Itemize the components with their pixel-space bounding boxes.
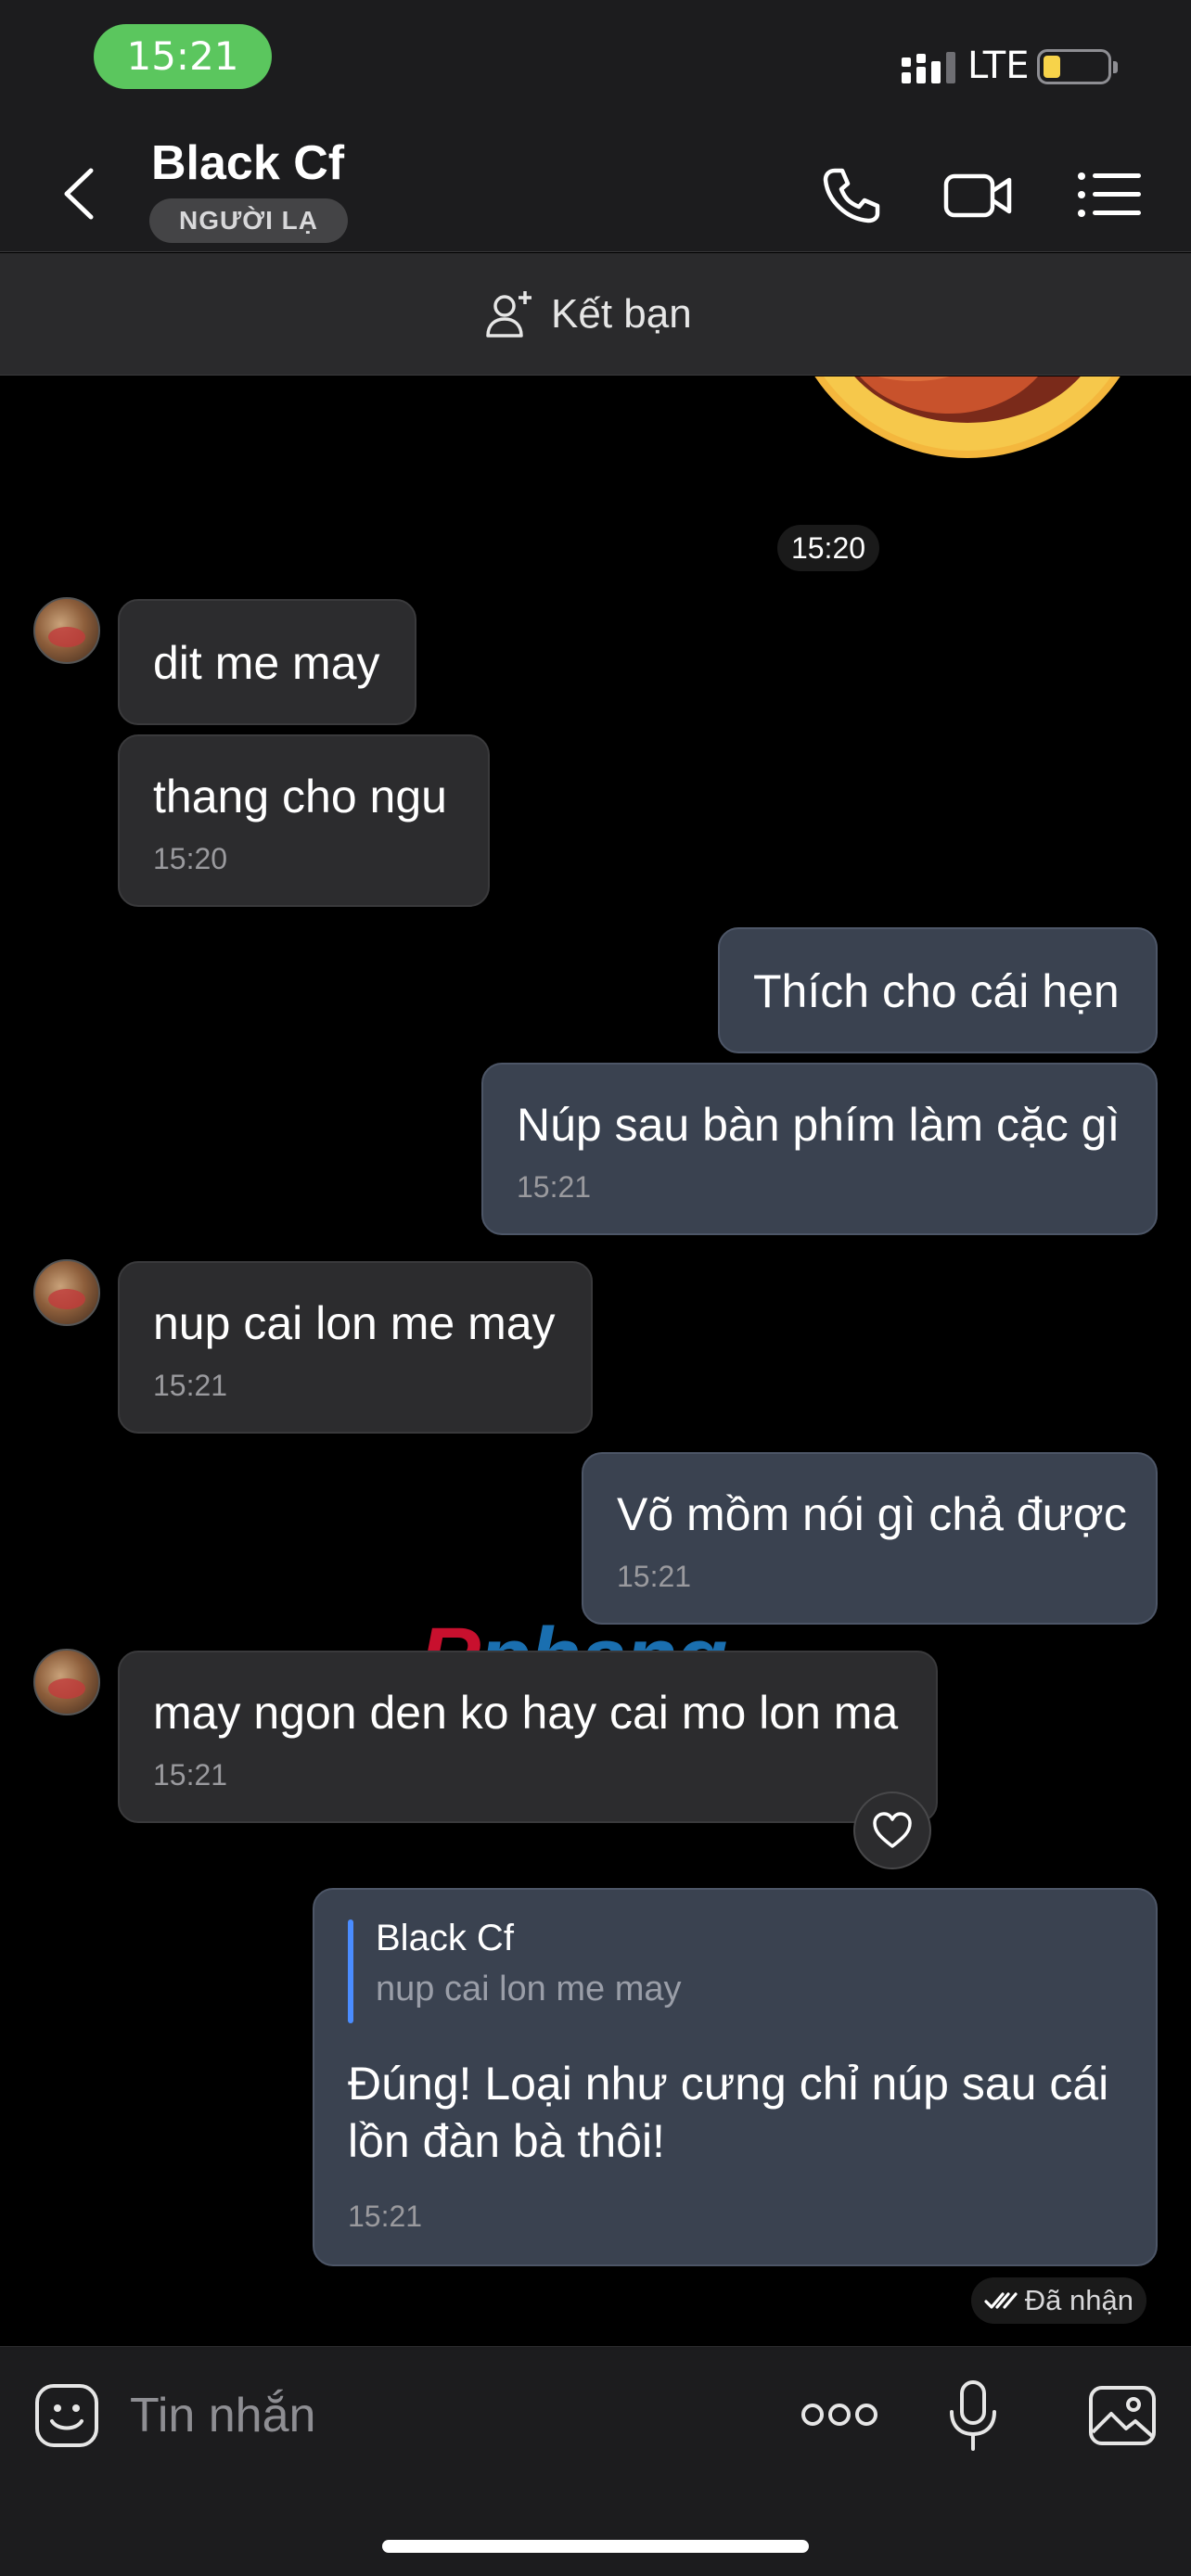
message-bubble-incoming[interactable]: dit me may xyxy=(118,599,416,725)
status-bar: 15:21 LTE xyxy=(0,0,1191,121)
chat-header: Black Cf NGƯỜI LẠ xyxy=(0,121,1191,252)
message-list[interactable]: 15:20 dit me may thang cho ngu 15:20 Thí… xyxy=(0,376,1191,2346)
message-time: 15:21 xyxy=(153,1758,228,1792)
quoted-text[interactable]: nup cai lon me may xyxy=(376,1970,682,2009)
add-person-icon xyxy=(486,291,531,338)
message-time: 15:20 xyxy=(153,842,228,875)
message-bubble-incoming[interactable]: nup cai lon me may 15:21 xyxy=(118,1261,593,1434)
message-bubble-outgoing[interactable]: Võ mồm nói gì chả được 15:21 xyxy=(582,1452,1158,1625)
message-text: dit me may xyxy=(153,637,380,689)
stranger-badge: NGƯỜI LẠ xyxy=(149,198,348,243)
battery-icon xyxy=(1037,49,1118,84)
contact-avatar[interactable] xyxy=(33,1649,100,1715)
add-friend-bar: Kết bạn xyxy=(0,253,1191,376)
quoted-author: Black Cf xyxy=(376,1918,514,1958)
delivery-status-text: Đã nhận xyxy=(1024,2284,1133,2316)
message-text: Thích cho cái hẹn xyxy=(753,965,1120,1017)
message-time: 15:21 xyxy=(517,1170,592,1204)
quote-accent-bar xyxy=(348,1919,353,2023)
network-type: LTE xyxy=(967,45,1030,87)
message-bubble-incoming[interactable]: thang cho ngu 15:20 xyxy=(118,734,490,907)
contact-name[interactable]: Black Cf xyxy=(151,135,344,191)
message-text: nup cai lon me may xyxy=(153,1297,556,1349)
message-time: 15:21 xyxy=(153,1369,228,1402)
back-icon[interactable] xyxy=(56,161,102,226)
message-text: may ngon den ko hay cai mo lon ma xyxy=(153,1687,899,1739)
message-text: Đúng! Loại như cưng chỉ núp sau cái lồn … xyxy=(348,2058,1109,2167)
add-friend-button[interactable]: Kết bạn xyxy=(482,281,692,348)
message-time: 15:21 xyxy=(348,2200,423,2233)
signal-icon xyxy=(902,52,955,83)
emoji-sticker-icon[interactable] xyxy=(33,2382,100,2449)
heart-icon xyxy=(873,1812,912,1848)
double-check-icon xyxy=(984,2292,1018,2309)
more-options-icon[interactable] xyxy=(800,2384,879,2445)
message-text: Võ mồm nói gì chả được xyxy=(617,1488,1127,1540)
contact-avatar[interactable] xyxy=(33,1259,100,1326)
add-friend-label: Kết bạn xyxy=(551,291,692,337)
message-bubble-outgoing[interactable]: Núp sau bàn phím làm cặc gì 15:21 xyxy=(481,1063,1158,1235)
home-indicator[interactable] xyxy=(382,2540,809,2553)
message-bubble-incoming[interactable]: may ngon den ko hay cai mo lon ma 15:21 xyxy=(118,1651,938,1823)
status-time: 15:21 xyxy=(94,24,272,89)
message-bubble-outgoing[interactable]: Thích cho cái hẹn xyxy=(718,927,1158,1053)
message-timestamp: 15:20 xyxy=(777,525,879,571)
phone-icon[interactable] xyxy=(813,158,887,232)
menu-list-icon[interactable] xyxy=(1072,158,1146,232)
delivery-status: Đã nhận xyxy=(970,2277,1146,2324)
message-input[interactable] xyxy=(130,2378,761,2453)
message-text: thang cho ngu xyxy=(153,771,447,823)
photo-gallery-icon[interactable] xyxy=(1085,2378,1159,2453)
microphone-icon[interactable] xyxy=(944,2378,1002,2453)
contact-avatar[interactable] xyxy=(33,597,100,664)
video-call-icon[interactable] xyxy=(941,158,1015,232)
composer-bar xyxy=(0,2346,1191,2576)
message-bubble-outgoing-reply[interactable]: Black Cf nup cai lon me may Đúng! Loại n… xyxy=(313,1888,1158,2266)
message-text: Núp sau bàn phím làm cặc gì xyxy=(517,1099,1121,1151)
emoji-sticker[interactable] xyxy=(784,376,1151,478)
message-time: 15:21 xyxy=(617,1560,692,1593)
react-heart-button[interactable] xyxy=(853,1792,931,1869)
